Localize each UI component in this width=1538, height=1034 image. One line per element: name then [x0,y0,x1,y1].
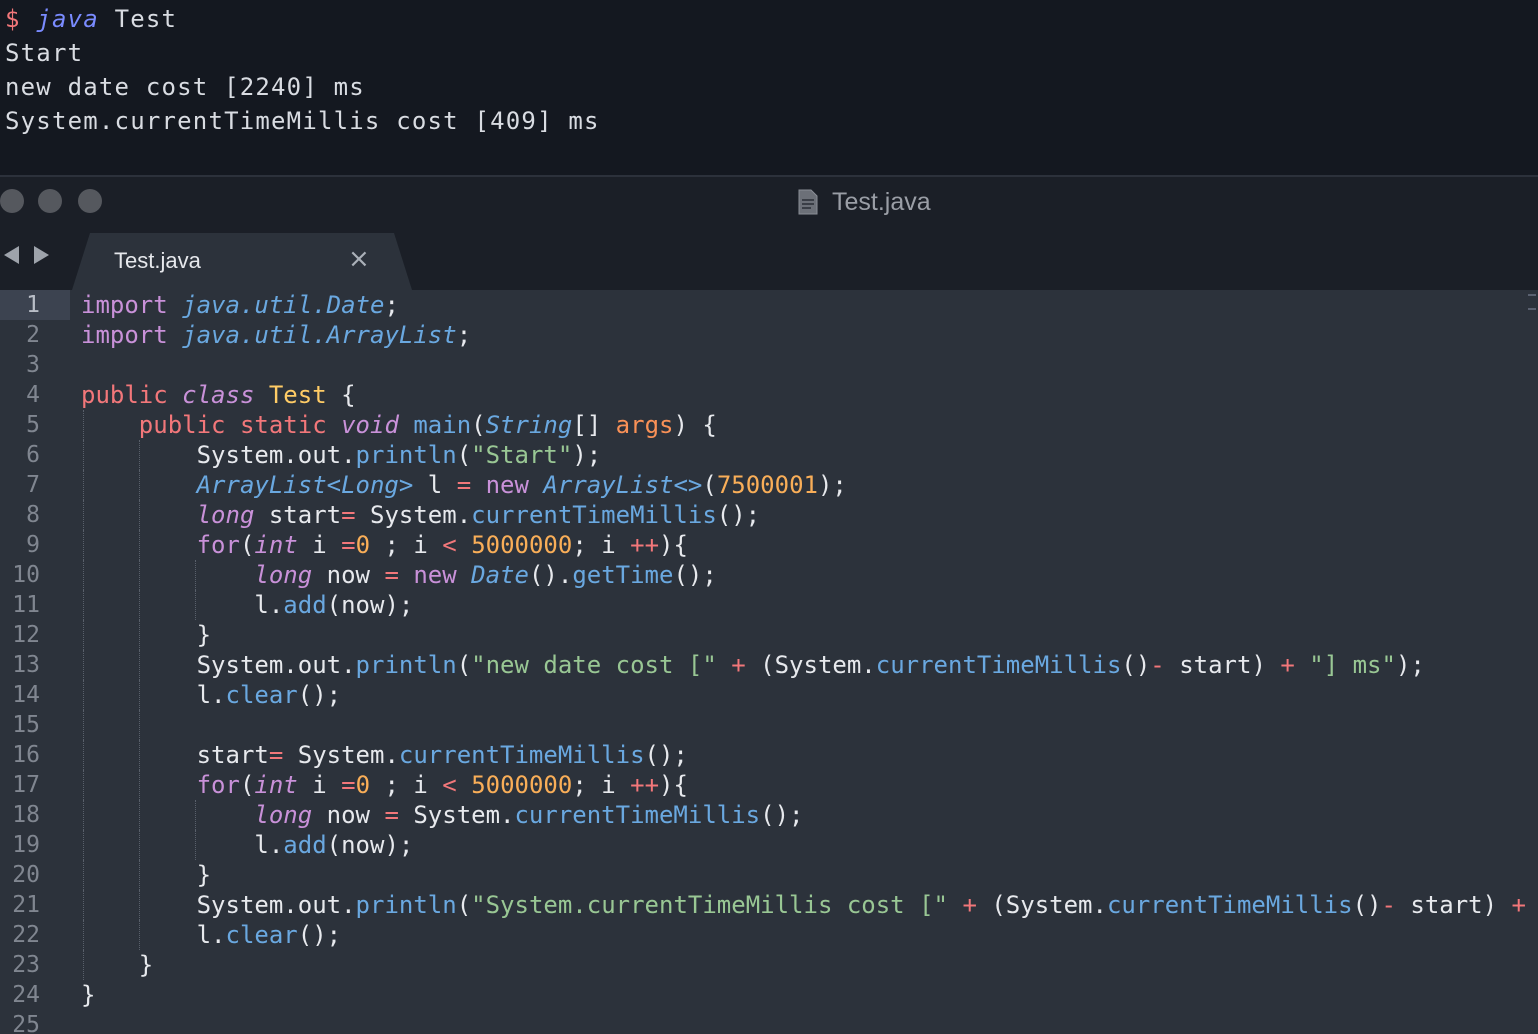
code-line: } [81,620,212,650]
code-line: public class Test { [81,381,356,409]
line-number: 23 [12,952,40,978]
code-line [81,710,1538,740]
code-editor[interactable]: 1 2 3 4 5 6 7 8 9 10 11 12 13 14 15 16 17 18 19 20 21 22 23 24 2… [0,290,1538,1034]
code-line: } [81,950,154,980]
code-line: } [81,981,96,1009]
line-number: 13 [12,652,40,678]
zoom-window-button[interactable] [78,189,102,213]
line-number: 12 [12,622,40,648]
code-line: for(int i =0 ; i < 5000000; i ++){ [81,770,1538,800]
line-number-gutter: 1 2 3 4 5 6 7 8 9 10 11 12 13 14 15 16 17 18 19 20 21 22 23 24 2… [0,290,70,1034]
code-line: long now = System.currentTimeMillis(); [81,800,1538,830]
terminal-output-line: Start [5,39,84,67]
close-icon[interactable]: × [348,244,370,274]
terminal-argument: Test [114,5,178,33]
code-line: l.add(now); [81,590,414,620]
line-number: 25 [12,1012,40,1034]
code-line: long start= System.currentTimeMillis(); [81,500,1538,530]
line-number: 7 [26,472,40,498]
line-number: 15 [12,712,40,738]
line-number: 11 [12,592,40,618]
line-number: 18 [12,802,40,828]
tab-test-java[interactable]: Test.java × [72,233,412,290]
code-line: } [81,860,212,890]
terminal-output-line: System.currentTimeMillis cost [409] ms [5,107,600,135]
line-number: 14 [12,682,40,708]
code-line: for(int i =0 ; i < 5000000; i ++){ [81,530,1538,560]
line-number: 22 [12,922,40,948]
line-number: 10 [12,562,40,588]
line-number: 19 [12,832,40,858]
code-line: import java.util.ArrayList; [81,321,472,349]
code-line: System.out.println("System.currentTimeMi… [81,890,1526,920]
code-line: start= System.currentTimeMillis(); [81,740,688,770]
code-line: long now = new Date().getTime(); [81,560,1538,590]
line-number: 9 [26,532,40,558]
code-line: l.clear(); [81,680,342,710]
code-line: l.add(now); [81,830,414,860]
code-area[interactable]: import java.util.Date; import java.util.… [81,290,1538,1034]
close-window-button[interactable] [0,189,24,213]
code-line: l.clear(); [81,920,342,950]
chevron-left-icon[interactable] [4,246,19,264]
code-line: System.out.println("new date cost [" + (… [81,650,1425,680]
window-title: Test.java [798,186,931,218]
line-number: 3 [26,352,40,378]
tab-label: Test.java [114,248,201,273]
minimize-window-button[interactable] [38,189,62,213]
line-number: 1 [0,290,70,320]
line-number: 16 [12,742,40,768]
code-line: public static void main(String[] args) { [81,410,1538,440]
line-number: 4 [26,382,40,408]
window-title-text: Test.java [832,187,931,216]
tab-bar: Test.java × [0,227,1538,290]
line-number: 5 [26,412,40,438]
code-line: import java.util.Date; [81,291,399,319]
window-titlebar[interactable]: Test.java [0,177,1538,227]
line-number: 6 [26,442,40,468]
line-number: 21 [12,892,40,918]
terminal-command: java [36,5,99,33]
terminal-prompt: $ [5,5,21,33]
code-line: System.out.println("Start"); [81,440,602,470]
line-number: 8 [26,502,40,528]
line-number: 20 [12,862,40,888]
code-line: ArrayList<Long> l = new ArrayList<>(7500… [81,470,1538,500]
line-number: 2 [26,322,40,348]
terminal-command-line: $ java Test [0,2,1538,36]
line-number: 24 [12,982,40,1008]
line-number: 17 [12,772,40,798]
terminal-output-line: new date cost [2240] ms [5,73,365,101]
chevron-right-icon[interactable] [34,246,49,264]
document-icon [798,189,818,215]
terminal-panel[interactable]: $ java Test Start new date cost [2240] m… [0,0,1538,176]
